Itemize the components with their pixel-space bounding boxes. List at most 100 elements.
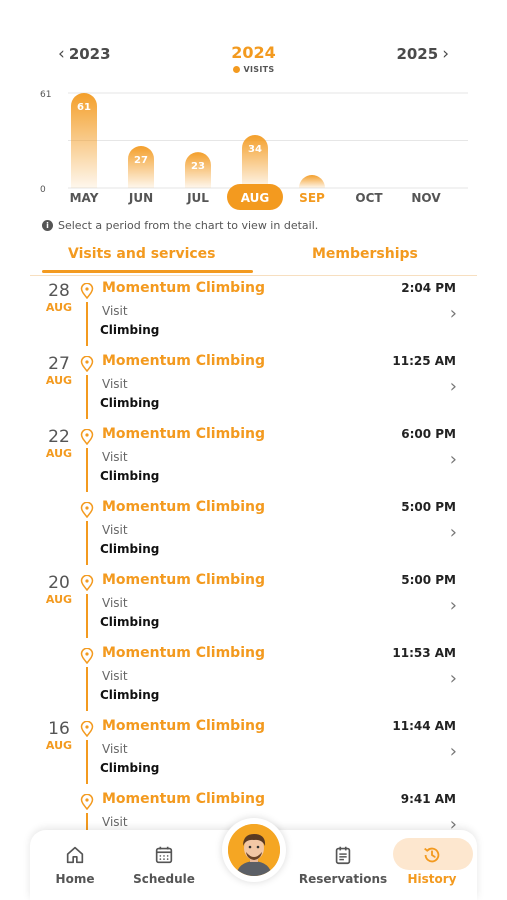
location-pin-icon (80, 283, 94, 299)
visit-service: Climbing (100, 323, 160, 337)
chart-bar-jun[interactable] (128, 145, 154, 188)
y-tick-label: 0 (40, 185, 46, 195)
info-icon: i (42, 220, 53, 231)
visit-day: 22 (48, 427, 70, 447)
chart-bar-aug[interactable] (242, 135, 268, 188)
tab-memberships[interactable]: Memberships (312, 246, 418, 262)
visits-chart[interactable]: 0 61 61 MAY 27 JUN 23 JUL 34 AUG SEP OCT NOV (0, 85, 507, 215)
avatar (228, 824, 280, 876)
location-pin-icon (80, 721, 94, 737)
location-pin-icon (80, 648, 94, 664)
x-tick-label-oct[interactable]: OCT (355, 191, 383, 205)
visit-location: Momentum Climbing (102, 499, 265, 515)
visit-time: 11:44 AM (392, 719, 456, 733)
visit-day: 27 (48, 354, 70, 374)
visit-time: 6:00 PM (401, 427, 456, 441)
visit-time: 5:00 PM (401, 500, 456, 514)
visit-month: AUG (45, 447, 73, 460)
visit-service: Climbing (100, 469, 160, 483)
chart-bar-sep[interactable] (299, 175, 325, 188)
visit-service: Climbing (100, 761, 160, 775)
chart-data-label: 23 (191, 161, 205, 172)
visit-service: Climbing (100, 396, 160, 410)
legend-label: VISITS (243, 65, 275, 74)
timeline-line (86, 375, 88, 419)
visit-location: Momentum Climbing (102, 718, 265, 734)
visit-list-item[interactable]: 16 AUG Momentum Climbing 11:44 AM Visit Climb… (30, 718, 477, 791)
visit-month: AUG (45, 739, 73, 752)
visit-list-item[interactable]: 27 AUG Momentum Climbing 11:25 AM Visit Climb… (30, 353, 477, 426)
visit-day: 20 (48, 573, 70, 593)
visit-list-item[interactable]: Momentum Climbing 11:53 AM Visit Climbing › (30, 645, 477, 718)
visit-type: Visit (102, 815, 128, 829)
visit-list-item[interactable]: 22 AUG Momentum Climbing 6:00 PM Visit Climbi… (30, 426, 477, 499)
nav-reservations[interactable]: Reservations (298, 844, 388, 886)
x-tick-label-nov[interactable]: NOV (411, 191, 441, 205)
visit-time: 5:00 PM (401, 573, 456, 587)
nav-home-label: Home (55, 872, 95, 886)
timeline-line (86, 302, 88, 346)
visit-type: Visit (102, 596, 128, 610)
timeline-line (86, 594, 88, 638)
visit-month: AUG (45, 374, 73, 387)
visit-list-item[interactable]: 20 AUG Momentum Climbing 5:00 PM Visit Climbi… (30, 572, 477, 645)
legend-dot-icon (232, 66, 240, 73)
visit-time: 2:04 PM (401, 281, 456, 295)
nav-schedule-label: Schedule (133, 872, 195, 886)
visits-chart-svg[interactable]: 0 61 61 MAY 27 JUN 23 JUL 34 AUG SEP OCT NOV (0, 85, 507, 215)
x-tick-label-jul[interactable]: JUL (186, 191, 209, 205)
chevron-right-icon: › (449, 303, 457, 324)
visit-type: Visit (102, 450, 128, 464)
x-tick-label-jun[interactable]: JUN (128, 191, 153, 205)
history-icon (424, 847, 440, 863)
active-tab-indicator (42, 270, 253, 273)
visit-type: Visit (102, 669, 128, 683)
chevron-right-icon: › (449, 522, 457, 543)
visit-list-item[interactable]: Momentum Climbing 5:00 PM Visit Climbing › (30, 499, 477, 572)
timeline-line (86, 448, 88, 492)
chevron-right-icon: › (449, 595, 457, 616)
visit-time: 11:53 AM (392, 646, 456, 660)
visit-time: 11:25 AM (392, 354, 456, 368)
chart-data-label: 61 (77, 102, 91, 113)
x-tick-label-sep[interactable]: SEP (299, 191, 325, 205)
chevron-right-icon: › (449, 668, 457, 689)
visit-location: Momentum Climbing (102, 280, 265, 296)
next-year-button[interactable]: 2025 › (396, 44, 449, 64)
chart-legend: VISITS (0, 65, 507, 74)
chart-data-label: 27 (134, 155, 148, 166)
location-pin-icon (80, 575, 94, 591)
chevron-right-icon: › (442, 44, 449, 64)
visit-location: Momentum Climbing (102, 645, 265, 661)
visit-location: Momentum Climbing (102, 791, 265, 807)
timeline-line (86, 521, 88, 565)
profile-avatar-button[interactable] (222, 818, 286, 882)
nav-history-label: History (407, 872, 457, 886)
nav-schedule[interactable]: Schedule (119, 844, 209, 886)
visit-type: Visit (102, 742, 128, 756)
chevron-right-icon: › (449, 449, 457, 470)
visit-time: 9:41 AM (400, 792, 456, 806)
visit-location: Momentum Climbing (102, 353, 265, 369)
next-year-label: 2025 (396, 45, 439, 63)
visit-list-item[interactable]: 28 AUG Momentum Climbing 2:04 PM Visit Climbi… (30, 280, 477, 353)
visit-type: Visit (102, 304, 128, 318)
location-pin-icon (80, 794, 94, 810)
visit-list[interactable]: 28 AUG Momentum Climbing 2:04 PM Visit Climbi… (30, 280, 477, 835)
home-icon (66, 846, 84, 864)
nav-history[interactable]: History (387, 844, 477, 886)
timeline-line (86, 740, 88, 784)
x-tick-label-may[interactable]: MAY (70, 191, 99, 205)
visit-day: 16 (48, 719, 70, 739)
year-navigator: ‹ 2023 2024 VISITS 2025 › (0, 38, 507, 78)
user-avatar-icon (228, 824, 280, 876)
calendar-icon (155, 846, 173, 864)
x-tick-label-aug[interactable]: AUG (241, 191, 270, 205)
y-tick-label: 61 (40, 90, 51, 100)
visit-type: Visit (102, 377, 128, 391)
chart-hint: i Select a period from the chart to view… (42, 219, 318, 232)
nav-home[interactable]: Home (30, 844, 120, 886)
visit-month: AUG (45, 301, 73, 314)
clipboard-icon (335, 846, 351, 865)
tab-visits-and-services[interactable]: Visits and services (68, 246, 216, 262)
